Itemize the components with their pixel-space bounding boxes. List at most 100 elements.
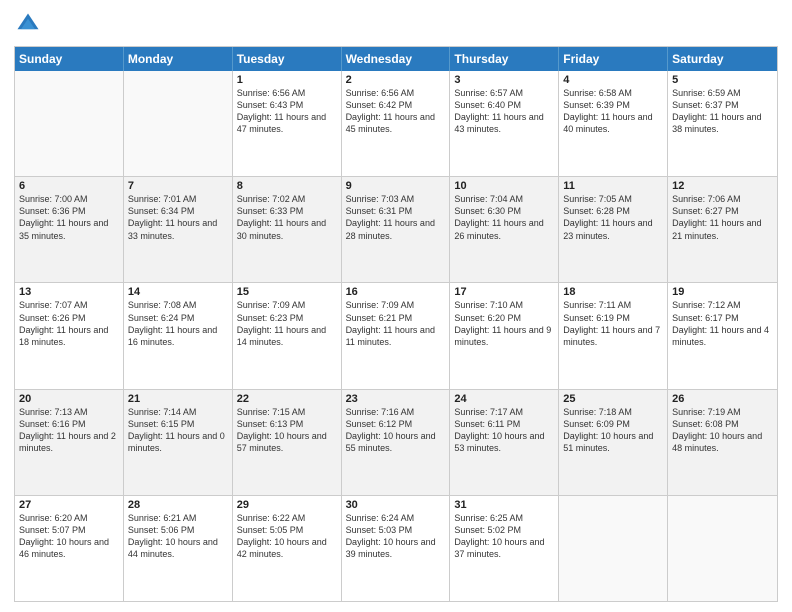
calendar-header-row: SundayMondayTuesdayWednesdayThursdayFrid… bbox=[15, 47, 777, 71]
day-info: Sunrise: 7:12 AM Sunset: 6:17 PM Dayligh… bbox=[672, 299, 773, 348]
header-day-thursday: Thursday bbox=[450, 47, 559, 71]
day-cell-28: 28Sunrise: 6:21 AM Sunset: 5:06 PM Dayli… bbox=[124, 496, 233, 601]
day-info: Sunrise: 7:04 AM Sunset: 6:30 PM Dayligh… bbox=[454, 193, 554, 242]
day-number: 30 bbox=[346, 499, 446, 511]
day-number: 4 bbox=[563, 74, 663, 86]
day-cell-2: 2Sunrise: 6:56 AM Sunset: 6:42 PM Daylig… bbox=[342, 71, 451, 176]
calendar: SundayMondayTuesdayWednesdayThursdayFrid… bbox=[14, 46, 778, 602]
day-info: Sunrise: 6:57 AM Sunset: 6:40 PM Dayligh… bbox=[454, 87, 554, 136]
day-number: 8 bbox=[237, 180, 337, 192]
day-cell-4: 4Sunrise: 6:58 AM Sunset: 6:39 PM Daylig… bbox=[559, 71, 668, 176]
day-cell-25: 25Sunrise: 7:18 AM Sunset: 6:09 PM Dayli… bbox=[559, 390, 668, 495]
day-cell-23: 23Sunrise: 7:16 AM Sunset: 6:12 PM Dayli… bbox=[342, 390, 451, 495]
day-info: Sunrise: 7:14 AM Sunset: 6:15 PM Dayligh… bbox=[128, 406, 228, 455]
day-number: 21 bbox=[128, 393, 228, 405]
day-number: 16 bbox=[346, 286, 446, 298]
day-number: 6 bbox=[19, 180, 119, 192]
day-number: 18 bbox=[563, 286, 663, 298]
day-info: Sunrise: 7:06 AM Sunset: 6:27 PM Dayligh… bbox=[672, 193, 773, 242]
day-number: 26 bbox=[672, 393, 773, 405]
day-cell-16: 16Sunrise: 7:09 AM Sunset: 6:21 PM Dayli… bbox=[342, 283, 451, 388]
day-info: Sunrise: 7:11 AM Sunset: 6:19 PM Dayligh… bbox=[563, 299, 663, 348]
day-number: 14 bbox=[128, 286, 228, 298]
day-cell-29: 29Sunrise: 6:22 AM Sunset: 5:05 PM Dayli… bbox=[233, 496, 342, 601]
day-number: 7 bbox=[128, 180, 228, 192]
header bbox=[14, 10, 778, 38]
day-number: 23 bbox=[346, 393, 446, 405]
day-cell-27: 27Sunrise: 6:20 AM Sunset: 5:07 PM Dayli… bbox=[15, 496, 124, 601]
day-info: Sunrise: 7:13 AM Sunset: 6:16 PM Dayligh… bbox=[19, 406, 119, 455]
day-info: Sunrise: 7:10 AM Sunset: 6:20 PM Dayligh… bbox=[454, 299, 554, 348]
day-cell-21: 21Sunrise: 7:14 AM Sunset: 6:15 PM Dayli… bbox=[124, 390, 233, 495]
day-info: Sunrise: 6:56 AM Sunset: 6:42 PM Dayligh… bbox=[346, 87, 446, 136]
day-number: 13 bbox=[19, 286, 119, 298]
day-number: 31 bbox=[454, 499, 554, 511]
day-info: Sunrise: 7:08 AM Sunset: 6:24 PM Dayligh… bbox=[128, 299, 228, 348]
header-day-tuesday: Tuesday bbox=[233, 47, 342, 71]
day-number: 22 bbox=[237, 393, 337, 405]
empty-cell-0-0 bbox=[15, 71, 124, 176]
day-number: 20 bbox=[19, 393, 119, 405]
day-info: Sunrise: 7:09 AM Sunset: 6:23 PM Dayligh… bbox=[237, 299, 337, 348]
day-info: Sunrise: 7:17 AM Sunset: 6:11 PM Dayligh… bbox=[454, 406, 554, 455]
calendar-row-1: 6Sunrise: 7:00 AM Sunset: 6:36 PM Daylig… bbox=[15, 176, 777, 282]
logo-icon bbox=[14, 10, 42, 38]
calendar-row-2: 13Sunrise: 7:07 AM Sunset: 6:26 PM Dayli… bbox=[15, 282, 777, 388]
day-info: Sunrise: 6:24 AM Sunset: 5:03 PM Dayligh… bbox=[346, 512, 446, 561]
day-info: Sunrise: 7:09 AM Sunset: 6:21 PM Dayligh… bbox=[346, 299, 446, 348]
day-info: Sunrise: 7:18 AM Sunset: 6:09 PM Dayligh… bbox=[563, 406, 663, 455]
day-info: Sunrise: 7:03 AM Sunset: 6:31 PM Dayligh… bbox=[346, 193, 446, 242]
header-day-wednesday: Wednesday bbox=[342, 47, 451, 71]
header-day-friday: Friday bbox=[559, 47, 668, 71]
day-cell-26: 26Sunrise: 7:19 AM Sunset: 6:08 PM Dayli… bbox=[668, 390, 777, 495]
day-number: 28 bbox=[128, 499, 228, 511]
calendar-row-0: 1Sunrise: 6:56 AM Sunset: 6:43 PM Daylig… bbox=[15, 71, 777, 176]
day-number: 11 bbox=[563, 180, 663, 192]
day-cell-19: 19Sunrise: 7:12 AM Sunset: 6:17 PM Dayli… bbox=[668, 283, 777, 388]
day-info: Sunrise: 6:58 AM Sunset: 6:39 PM Dayligh… bbox=[563, 87, 663, 136]
day-number: 1 bbox=[237, 74, 337, 86]
day-cell-22: 22Sunrise: 7:15 AM Sunset: 6:13 PM Dayli… bbox=[233, 390, 342, 495]
day-number: 5 bbox=[672, 74, 773, 86]
day-cell-31: 31Sunrise: 6:25 AM Sunset: 5:02 PM Dayli… bbox=[450, 496, 559, 601]
day-cell-20: 20Sunrise: 7:13 AM Sunset: 6:16 PM Dayli… bbox=[15, 390, 124, 495]
day-number: 17 bbox=[454, 286, 554, 298]
day-number: 27 bbox=[19, 499, 119, 511]
day-cell-10: 10Sunrise: 7:04 AM Sunset: 6:30 PM Dayli… bbox=[450, 177, 559, 282]
day-info: Sunrise: 6:59 AM Sunset: 6:37 PM Dayligh… bbox=[672, 87, 773, 136]
day-number: 25 bbox=[563, 393, 663, 405]
day-info: Sunrise: 7:15 AM Sunset: 6:13 PM Dayligh… bbox=[237, 406, 337, 455]
empty-cell-4-6 bbox=[668, 496, 777, 601]
day-cell-6: 6Sunrise: 7:00 AM Sunset: 6:36 PM Daylig… bbox=[15, 177, 124, 282]
day-cell-11: 11Sunrise: 7:05 AM Sunset: 6:28 PM Dayli… bbox=[559, 177, 668, 282]
day-number: 9 bbox=[346, 180, 446, 192]
day-info: Sunrise: 7:02 AM Sunset: 6:33 PM Dayligh… bbox=[237, 193, 337, 242]
day-number: 24 bbox=[454, 393, 554, 405]
calendar-body: 1Sunrise: 6:56 AM Sunset: 6:43 PM Daylig… bbox=[15, 71, 777, 601]
day-cell-12: 12Sunrise: 7:06 AM Sunset: 6:27 PM Dayli… bbox=[668, 177, 777, 282]
day-cell-3: 3Sunrise: 6:57 AM Sunset: 6:40 PM Daylig… bbox=[450, 71, 559, 176]
header-day-monday: Monday bbox=[124, 47, 233, 71]
day-cell-5: 5Sunrise: 6:59 AM Sunset: 6:37 PM Daylig… bbox=[668, 71, 777, 176]
day-number: 2 bbox=[346, 74, 446, 86]
page: SundayMondayTuesdayWednesdayThursdayFrid… bbox=[0, 0, 792, 612]
day-info: Sunrise: 7:05 AM Sunset: 6:28 PM Dayligh… bbox=[563, 193, 663, 242]
day-cell-24: 24Sunrise: 7:17 AM Sunset: 6:11 PM Dayli… bbox=[450, 390, 559, 495]
day-number: 19 bbox=[672, 286, 773, 298]
header-day-sunday: Sunday bbox=[15, 47, 124, 71]
day-info: Sunrise: 7:07 AM Sunset: 6:26 PM Dayligh… bbox=[19, 299, 119, 348]
day-info: Sunrise: 6:21 AM Sunset: 5:06 PM Dayligh… bbox=[128, 512, 228, 561]
day-info: Sunrise: 6:20 AM Sunset: 5:07 PM Dayligh… bbox=[19, 512, 119, 561]
day-cell-7: 7Sunrise: 7:01 AM Sunset: 6:34 PM Daylig… bbox=[124, 177, 233, 282]
day-cell-1: 1Sunrise: 6:56 AM Sunset: 6:43 PM Daylig… bbox=[233, 71, 342, 176]
logo bbox=[14, 10, 46, 38]
day-number: 15 bbox=[237, 286, 337, 298]
day-number: 12 bbox=[672, 180, 773, 192]
day-cell-15: 15Sunrise: 7:09 AM Sunset: 6:23 PM Dayli… bbox=[233, 283, 342, 388]
calendar-row-4: 27Sunrise: 6:20 AM Sunset: 5:07 PM Dayli… bbox=[15, 495, 777, 601]
day-info: Sunrise: 7:16 AM Sunset: 6:12 PM Dayligh… bbox=[346, 406, 446, 455]
day-info: Sunrise: 7:01 AM Sunset: 6:34 PM Dayligh… bbox=[128, 193, 228, 242]
day-cell-30: 30Sunrise: 6:24 AM Sunset: 5:03 PM Dayli… bbox=[342, 496, 451, 601]
empty-cell-0-1 bbox=[124, 71, 233, 176]
day-number: 29 bbox=[237, 499, 337, 511]
